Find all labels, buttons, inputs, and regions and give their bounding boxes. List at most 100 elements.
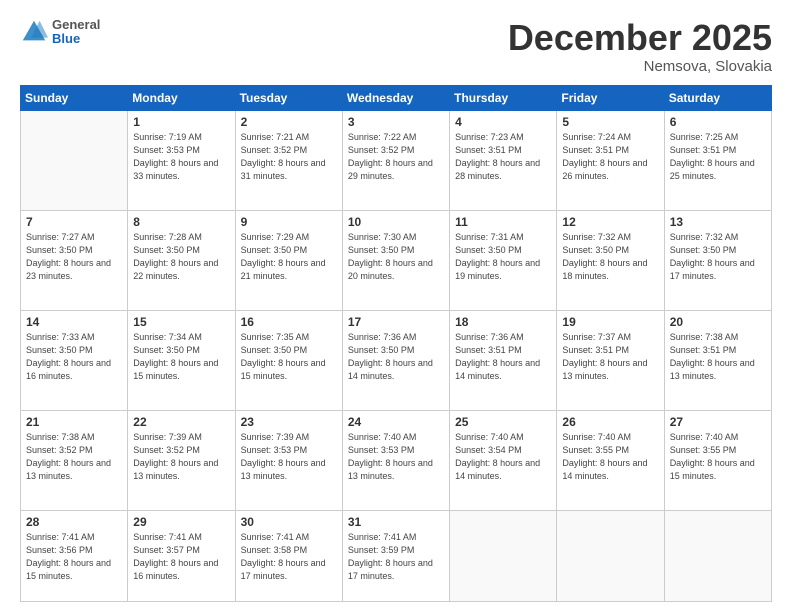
- day-number: 18: [455, 315, 551, 329]
- calendar-cell: 29 Sunrise: 7:41 AM Sunset: 3:57 PM Dayli…: [128, 510, 235, 601]
- day-number: 5: [562, 115, 658, 129]
- calendar-cell: 7Sunrise: 7:27 AM Sunset: 3:50 PM Daylig…: [21, 210, 128, 310]
- day-number: 3: [348, 115, 444, 129]
- day-number: 8: [133, 215, 229, 229]
- calendar-cell: 24Sunrise: 7:40 AM Sunset: 3:53 PM Dayli…: [342, 410, 449, 510]
- weekday-header: Saturday: [664, 85, 771, 110]
- day-info: Sunrise: 7:30 AM Sunset: 3:50 PM Dayligh…: [348, 231, 444, 283]
- calendar-cell: 13Sunrise: 7:32 AM Sunset: 3:50 PM Dayli…: [664, 210, 771, 310]
- day-info: Sunrise: 7:35 AM Sunset: 3:50 PM Dayligh…: [241, 331, 337, 383]
- day-info: Sunrise: 7:32 AM Sunset: 3:50 PM Dayligh…: [670, 231, 766, 283]
- weekday-header: Thursday: [450, 85, 557, 110]
- calendar-cell: [450, 510, 557, 601]
- calendar-cell: [664, 510, 771, 601]
- day-number: 23: [241, 415, 337, 429]
- day-number: 26: [562, 415, 658, 429]
- day-info: Sunrise: 7:41 AM Sunset: 3:57 PM Dayligh…: [133, 531, 229, 583]
- calendar-week-row: 7Sunrise: 7:27 AM Sunset: 3:50 PM Daylig…: [21, 210, 772, 310]
- calendar-cell: 27Sunrise: 7:40 AM Sunset: 3:55 PM Dayli…: [664, 410, 771, 510]
- logo: General Blue: [20, 18, 100, 47]
- calendar-week-row: 21 Sunrise: 7:38 AM Sunset: 3:52 PM Dayli…: [21, 410, 772, 510]
- day-number: 24: [348, 415, 444, 429]
- day-info: Sunrise: 7:24 AM Sunset: 3:51 PM Dayligh…: [562, 131, 658, 183]
- calendar-cell: [21, 110, 128, 210]
- header: General Blue December 2025 Nemsova, Slov…: [20, 18, 772, 75]
- weekday-header: Tuesday: [235, 85, 342, 110]
- logo-icon: [20, 18, 48, 46]
- day-number: 12: [562, 215, 658, 229]
- day-number: 28: [26, 515, 122, 529]
- day-number: 1: [133, 115, 229, 129]
- calendar-cell: 20 Sunrise: 7:38 AM Sunset: 3:51 PM Dayli…: [664, 310, 771, 410]
- day-number: 6: [670, 115, 766, 129]
- calendar-cell: 11Sunrise: 7:31 AM Sunset: 3:50 PM Dayli…: [450, 210, 557, 310]
- day-info: Sunrise: 7:41 AM Sunset: 3:58 PM Dayligh…: [241, 531, 337, 583]
- day-info: Sunrise: 7:33 AM Sunset: 3:50 PM Dayligh…: [26, 331, 122, 383]
- day-info: Sunrise: 7:21 AM Sunset: 3:52 PM Dayligh…: [241, 131, 337, 183]
- weekday-header: Monday: [128, 85, 235, 110]
- calendar-cell: 9Sunrise: 7:29 AM Sunset: 3:50 PM Daylig…: [235, 210, 342, 310]
- day-info: Sunrise: 7:32 AM Sunset: 3:50 PM Dayligh…: [562, 231, 658, 283]
- day-number: 19: [562, 315, 658, 329]
- day-info: Sunrise: 7:34 AM Sunset: 3:50 PM Dayligh…: [133, 331, 229, 383]
- day-number: 21: [26, 415, 122, 429]
- day-info: Sunrise: 7:25 AM Sunset: 3:51 PM Dayligh…: [670, 131, 766, 183]
- calendar-cell: 15 Sunrise: 7:34 AM Sunset: 3:50 PM Dayli…: [128, 310, 235, 410]
- calendar-cell: 23 Sunrise: 7:39 AM Sunset: 3:53 PM Dayli…: [235, 410, 342, 510]
- weekday-header: Wednesday: [342, 85, 449, 110]
- day-info: Sunrise: 7:22 AM Sunset: 3:52 PM Dayligh…: [348, 131, 444, 183]
- calendar-cell: 30Sunrise: 7:41 AM Sunset: 3:58 PM Dayli…: [235, 510, 342, 601]
- calendar-cell: 14 Sunrise: 7:33 AM Sunset: 3:50 PM Dayli…: [21, 310, 128, 410]
- logo-text: General Blue: [52, 18, 100, 47]
- calendar-cell: [557, 510, 664, 601]
- title-block: December 2025 Nemsova, Slovakia: [508, 18, 772, 75]
- day-number: 27: [670, 415, 766, 429]
- day-info: Sunrise: 7:38 AM Sunset: 3:52 PM Dayligh…: [26, 431, 122, 483]
- day-number: 15: [133, 315, 229, 329]
- calendar-title: December 2025: [508, 18, 772, 58]
- day-number: 11: [455, 215, 551, 229]
- day-info: Sunrise: 7:40 AM Sunset: 3:54 PM Dayligh…: [455, 431, 551, 483]
- calendar-cell: 18Sunrise: 7:36 AM Sunset: 3:51 PM Dayli…: [450, 310, 557, 410]
- calendar-cell: 4Sunrise: 7:23 AM Sunset: 3:51 PM Daylig…: [450, 110, 557, 210]
- day-number: 2: [241, 115, 337, 129]
- day-info: Sunrise: 7:39 AM Sunset: 3:53 PM Dayligh…: [241, 431, 337, 483]
- day-info: Sunrise: 7:37 AM Sunset: 3:51 PM Dayligh…: [562, 331, 658, 383]
- logo-general-label: General: [52, 18, 100, 32]
- calendar-location: Nemsova, Slovakia: [508, 58, 772, 75]
- day-number: 20: [670, 315, 766, 329]
- day-number: 9: [241, 215, 337, 229]
- day-info: Sunrise: 7:40 AM Sunset: 3:55 PM Dayligh…: [562, 431, 658, 483]
- day-info: Sunrise: 7:28 AM Sunset: 3:50 PM Dayligh…: [133, 231, 229, 283]
- calendar-week-row: 1 Sunrise: 7:19 AM Sunset: 3:53 PM Daylig…: [21, 110, 772, 210]
- day-number: 22: [133, 415, 229, 429]
- logo-blue-label: Blue: [52, 32, 100, 46]
- calendar-cell: 21 Sunrise: 7:38 AM Sunset: 3:52 PM Dayli…: [21, 410, 128, 510]
- calendar-cell: 6 Sunrise: 7:25 AM Sunset: 3:51 PM Daylig…: [664, 110, 771, 210]
- calendar-cell: 3 Sunrise: 7:22 AM Sunset: 3:52 PM Daylig…: [342, 110, 449, 210]
- day-number: 31: [348, 515, 444, 529]
- day-info: Sunrise: 7:39 AM Sunset: 3:52 PM Dayligh…: [133, 431, 229, 483]
- day-number: 25: [455, 415, 551, 429]
- weekday-header: Friday: [557, 85, 664, 110]
- day-number: 17: [348, 315, 444, 329]
- day-info: Sunrise: 7:41 AM Sunset: 3:56 PM Dayligh…: [26, 531, 122, 583]
- calendar-week-row: 28 Sunrise: 7:41 AM Sunset: 3:56 PM Dayli…: [21, 510, 772, 601]
- day-info: Sunrise: 7:38 AM Sunset: 3:51 PM Dayligh…: [670, 331, 766, 383]
- calendar-cell: 16 Sunrise: 7:35 AM Sunset: 3:50 PM Dayli…: [235, 310, 342, 410]
- day-number: 7: [26, 215, 122, 229]
- day-number: 10: [348, 215, 444, 229]
- calendar-cell: 25 Sunrise: 7:40 AM Sunset: 3:54 PM Dayli…: [450, 410, 557, 510]
- header-row: SundayMondayTuesdayWednesdayThursdayFrid…: [21, 85, 772, 110]
- calendar-cell: 2 Sunrise: 7:21 AM Sunset: 3:52 PM Daylig…: [235, 110, 342, 210]
- calendar-cell: 28 Sunrise: 7:41 AM Sunset: 3:56 PM Dayli…: [21, 510, 128, 601]
- calendar-cell: 19 Sunrise: 7:37 AM Sunset: 3:51 PM Dayli…: [557, 310, 664, 410]
- day-number: 14: [26, 315, 122, 329]
- day-info: Sunrise: 7:41 AM Sunset: 3:59 PM Dayligh…: [348, 531, 444, 583]
- calendar-cell: 5 Sunrise: 7:24 AM Sunset: 3:51 PM Daylig…: [557, 110, 664, 210]
- day-number: 16: [241, 315, 337, 329]
- day-number: 29: [133, 515, 229, 529]
- day-info: Sunrise: 7:19 AM Sunset: 3:53 PM Dayligh…: [133, 131, 229, 183]
- calendar-cell: 22 Sunrise: 7:39 AM Sunset: 3:52 PM Dayli…: [128, 410, 235, 510]
- calendar-cell: 1 Sunrise: 7:19 AM Sunset: 3:53 PM Daylig…: [128, 110, 235, 210]
